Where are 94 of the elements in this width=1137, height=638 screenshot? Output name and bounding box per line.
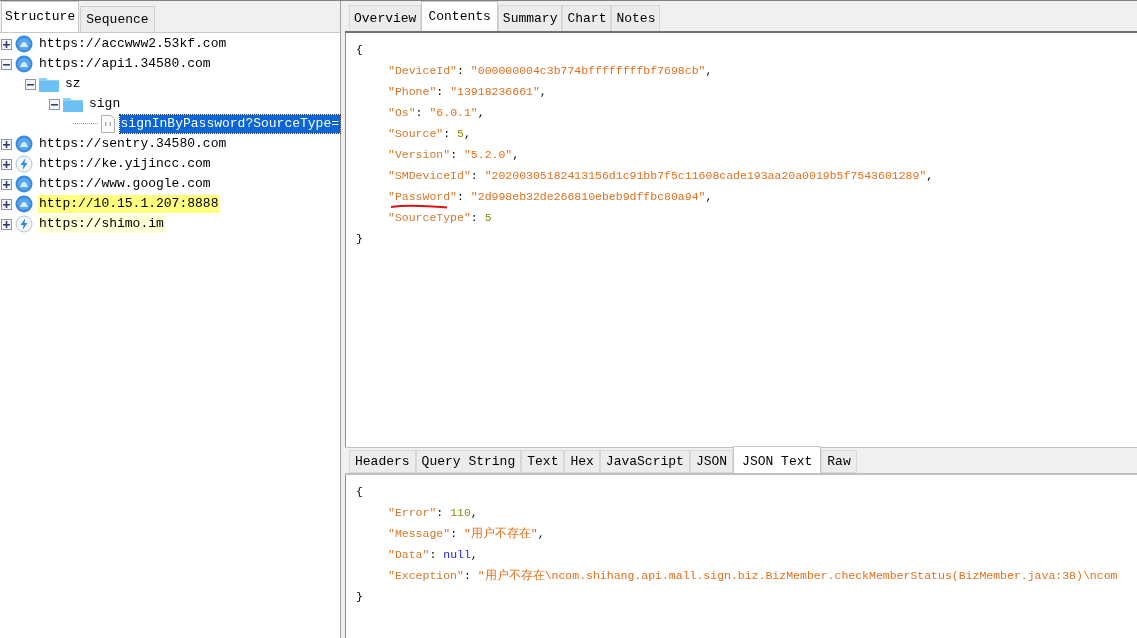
- tree-item[interactable]: https://accwww2.53kf.com: [38, 35, 228, 53]
- file-icon: [100, 115, 115, 133]
- json-punctuation: ,: [926, 167, 934, 184]
- json-key: "Phone": [388, 82, 437, 101]
- json-key: "Version": [388, 145, 451, 164]
- tab[interactable]: Hex: [564, 450, 600, 473]
- json-value: 5: [457, 125, 464, 142]
- json-key: "DeviceId": [388, 61, 457, 80]
- globe-icon: [15, 195, 33, 213]
- json-key: "Source": [388, 124, 444, 143]
- tree-item[interactable]: https://ke.yijincc.com: [38, 155, 212, 173]
- json-punctuation: ,: [537, 525, 545, 542]
- json-key: "Os": [388, 103, 416, 122]
- globe-icon: [15, 35, 33, 53]
- globe-icon: [15, 135, 33, 153]
- tab[interactable]: JSON Text: [733, 446, 822, 473]
- tab[interactable]: Notes: [611, 5, 661, 31]
- json-value: "13918236661": [450, 83, 540, 100]
- tab[interactable]: Structure: [1, 1, 80, 32]
- json-punctuation: }: [356, 230, 363, 247]
- json-key: "Error": [388, 503, 437, 522]
- json-punctuation: ,: [470, 504, 478, 521]
- json-punctuation: ,: [470, 546, 478, 563]
- json-punctuation: ,: [705, 188, 713, 205]
- json-punctuation: :: [443, 125, 452, 142]
- tree-item[interactable]: http://10.15.1.207:8888: [38, 195, 220, 213]
- json-value: 110: [450, 504, 471, 521]
- json-punctuation: :: [450, 525, 459, 542]
- json-punctuation: :: [457, 62, 465, 79]
- json-punctuation: ,: [477, 104, 485, 121]
- json-punctuation: ,: [539, 83, 547, 100]
- tab[interactable]: Headers: [349, 450, 416, 473]
- json-key: "SourceType": [388, 208, 471, 227]
- tab[interactable]: Raw: [821, 450, 857, 473]
- json-value: "2d998eb32de266810ebeb9dffbc80a94": [470, 188, 706, 205]
- tab[interactable]: Text: [521, 450, 565, 473]
- json-key: "SMDeviceId": [388, 166, 471, 185]
- json-value: "20200305182413156d1c91bb7f5c11608cade193aa20a0019b5f7543601289": [484, 167, 927, 184]
- json-value: "用户不存在": [463, 525, 538, 542]
- globe-icon: [15, 175, 33, 193]
- expand-icon[interactable]: [1, 158, 12, 170]
- json-key: "PassWord": [388, 187, 457, 206]
- globe-icon: [15, 55, 33, 73]
- json-punctuation: :: [457, 188, 465, 205]
- collapse-icon[interactable]: [1, 58, 12, 70]
- expand-icon[interactable]: [1, 178, 12, 190]
- tab[interactable]: JavaScript: [599, 450, 690, 473]
- json-value: "000000004c3b774bffffffffbf7698cb": [470, 62, 706, 79]
- expand-icon[interactable]: [1, 218, 12, 230]
- json-value: "6.0.1": [429, 104, 478, 121]
- json-punctuation: :: [470, 167, 479, 184]
- tree-item[interactable]: https://shimo.im: [38, 215, 165, 233]
- json-punctuation: ,: [512, 146, 520, 163]
- tab[interactable]: Query String: [415, 450, 522, 473]
- tree-item[interactable]: sz: [64, 75, 82, 93]
- json-key: "Exception": [388, 566, 464, 585]
- tab[interactable]: Overview: [349, 5, 422, 31]
- expand-icon[interactable]: [1, 198, 12, 210]
- tree-item[interactable]: https://sentry.34580.com: [38, 135, 228, 153]
- collapse-icon[interactable]: [49, 98, 60, 110]
- json-key: "Message": [388, 524, 451, 543]
- folder-icon: [63, 96, 83, 112]
- expand-icon[interactable]: [1, 138, 12, 150]
- tree-item[interactable]: sign: [88, 95, 122, 113]
- json-value: "用户不存在\ncom.shihang.api.mall.sign.biz.BizMember.checkMemberStatus(BizMember.java:38)\ncom: [477, 567, 1118, 584]
- tab[interactable]: Sequence: [80, 6, 155, 32]
- json-punctuation: {: [356, 41, 363, 58]
- json-value: 5: [484, 209, 492, 226]
- json-value: null: [443, 546, 471, 563]
- tree-item[interactable]: signInByPassword?SourceType=: [119, 115, 340, 133]
- json-punctuation: :: [470, 209, 479, 226]
- json-punctuation: :: [436, 504, 445, 521]
- tab[interactable]: Summary: [497, 5, 563, 31]
- json-value: "5.2.0": [463, 146, 513, 163]
- lightning-icon: [15, 155, 33, 173]
- tab[interactable]: JSON: [689, 450, 734, 473]
- json-punctuation: }: [356, 588, 363, 605]
- json-punctuation: :: [436, 83, 445, 100]
- expand-icon[interactable]: [1, 38, 12, 50]
- tree-item[interactable]: https://api1.34580.com: [38, 55, 212, 73]
- json-punctuation: :: [450, 146, 459, 163]
- json-punctuation: :: [415, 104, 424, 121]
- tree-item[interactable]: https://www.google.com: [38, 175, 212, 193]
- json-punctuation: {: [356, 483, 363, 500]
- json-key: "Data": [388, 545, 430, 564]
- collapse-icon[interactable]: [25, 78, 36, 90]
- json-punctuation: :: [429, 546, 438, 563]
- lightning-icon: [15, 215, 33, 233]
- json-punctuation: ,: [463, 125, 471, 142]
- tab[interactable]: Chart: [562, 5, 612, 31]
- folder-icon: [39, 76, 59, 92]
- json-punctuation: ,: [705, 62, 713, 79]
- json-punctuation: :: [463, 567, 472, 584]
- tab[interactable]: Contents: [421, 1, 498, 31]
